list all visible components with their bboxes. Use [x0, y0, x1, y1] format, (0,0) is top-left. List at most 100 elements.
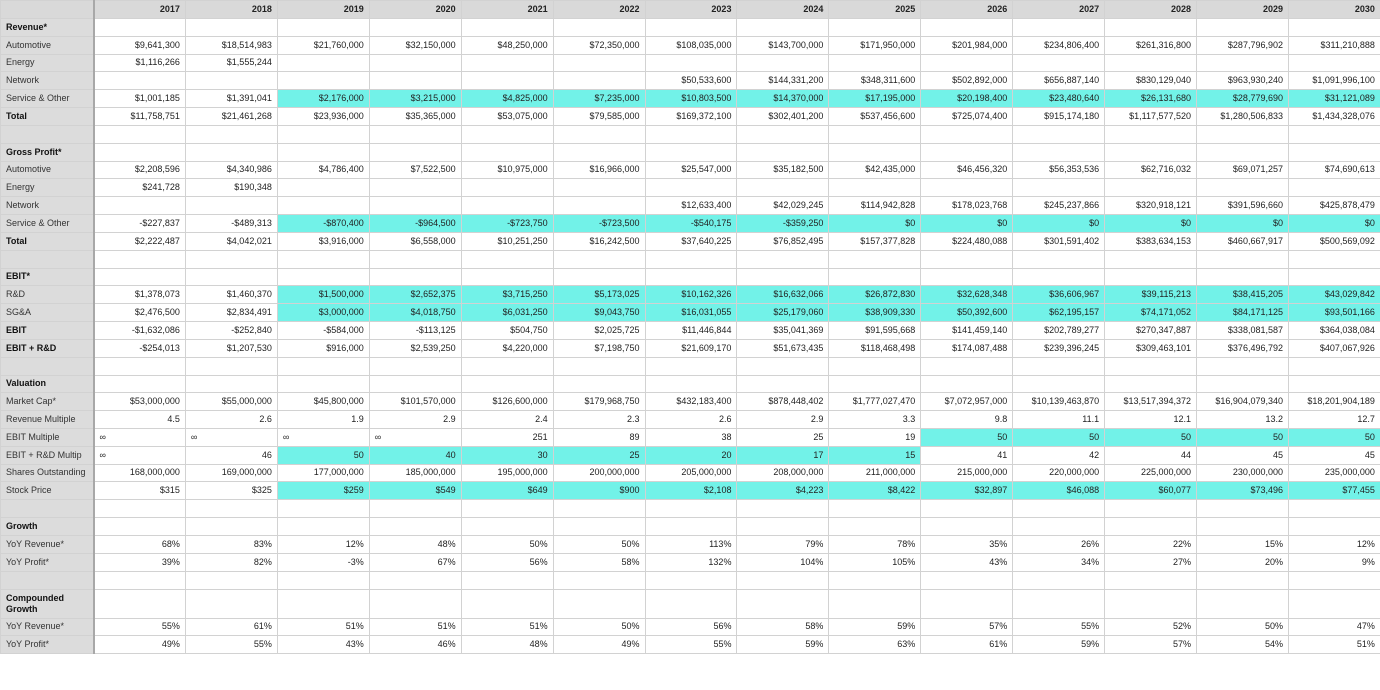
cell[interactable]: $1,555,244 — [184, 53, 278, 73]
row-label[interactable]: SG&A — [0, 303, 95, 322]
cell[interactable]: $178,023,768 — [920, 196, 1014, 215]
cell[interactable] — [552, 588, 646, 619]
cell[interactable]: 25 — [736, 427, 830, 447]
cell[interactable] — [1196, 142, 1289, 162]
column-header-2022[interactable]: 2022 — [552, 0, 646, 19]
cell[interactable]: 44 — [1104, 445, 1198, 465]
cell[interactable] — [828, 18, 922, 37]
cell[interactable] — [1012, 53, 1106, 73]
cell[interactable] — [93, 196, 186, 215]
cell[interactable]: $7,198,750 — [552, 338, 646, 358]
cell[interactable]: $21,760,000 — [276, 35, 370, 55]
cell[interactable]: 12.1 — [1104, 410, 1198, 429]
cell[interactable]: $537,456,600 — [828, 106, 922, 126]
cell[interactable] — [644, 499, 738, 519]
cell[interactable] — [1287, 499, 1380, 519]
row-label[interactable]: YoY Revenue* — [0, 617, 95, 637]
cell[interactable]: $28,779,690 — [1196, 89, 1289, 108]
cell[interactable] — [184, 588, 278, 619]
cell[interactable]: $157,377,828 — [828, 231, 922, 251]
cell[interactable]: $4,786,400 — [276, 160, 370, 180]
cell[interactable] — [184, 517, 278, 536]
cell[interactable]: $830,129,040 — [1104, 71, 1198, 91]
cell[interactable]: $51,673,435 — [736, 338, 830, 358]
cell[interactable]: $43,029,842 — [1287, 285, 1380, 305]
cell[interactable]: $9,043,750 — [552, 303, 646, 322]
row-label[interactable]: R&D — [0, 285, 95, 305]
cell[interactable]: $3,715,250 — [460, 285, 554, 305]
cell[interactable] — [1012, 267, 1106, 287]
cell[interactable]: $7,522,500 — [368, 160, 462, 180]
cell[interactable] — [276, 570, 370, 590]
cell[interactable]: ∞ — [93, 427, 186, 447]
cell[interactable] — [93, 124, 186, 144]
cell[interactable] — [736, 18, 830, 37]
cell[interactable] — [93, 570, 186, 590]
cell[interactable] — [276, 196, 370, 215]
cell[interactable] — [276, 517, 370, 536]
cell[interactable]: 50 — [1104, 427, 1198, 447]
cell[interactable]: 46 — [184, 445, 278, 465]
column-header-2030[interactable]: 2030 — [1287, 0, 1380, 19]
cell[interactable]: $202,789,277 — [1012, 320, 1106, 340]
cell[interactable]: $118,468,498 — [828, 338, 922, 358]
cell[interactable]: 3.3 — [828, 410, 922, 429]
cell[interactable]: 13.2 — [1196, 410, 1289, 429]
cell[interactable]: $14,370,000 — [736, 89, 830, 108]
cell[interactable]: -$584,000 — [276, 320, 370, 340]
cell[interactable]: $6,558,000 — [368, 231, 462, 251]
cell[interactable]: -$723,750 — [460, 213, 554, 233]
cell[interactable]: 51% — [276, 617, 370, 637]
cell[interactable]: $143,700,000 — [736, 35, 830, 55]
cell[interactable]: $53,075,000 — [460, 106, 554, 126]
cell[interactable]: $23,936,000 — [276, 106, 370, 126]
cell[interactable]: 40 — [368, 445, 462, 465]
row-label[interactable]: YoY Profit* — [0, 552, 95, 572]
cell[interactable]: $4,220,000 — [460, 338, 554, 358]
cell[interactable]: $302,401,200 — [736, 106, 830, 126]
cell[interactable] — [736, 517, 830, 536]
cell[interactable]: -3% — [276, 552, 370, 572]
cell[interactable] — [644, 374, 738, 394]
cell[interactable]: 168,000,000 — [93, 463, 186, 483]
cell[interactable]: $16,632,066 — [736, 285, 830, 305]
cell[interactable] — [276, 71, 370, 91]
cell[interactable]: $16,904,079,340 — [1196, 392, 1289, 412]
cell[interactable] — [1196, 588, 1289, 619]
cell[interactable] — [828, 142, 922, 162]
cell[interactable] — [644, 53, 738, 73]
cell[interactable] — [1196, 499, 1289, 519]
row-label[interactable]: Automotive — [0, 35, 95, 55]
cell[interactable] — [920, 356, 1014, 376]
cell[interactable]: $73,496 — [1196, 481, 1289, 501]
cell[interactable]: $878,448,402 — [736, 392, 830, 412]
cell[interactable]: $2,108 — [644, 481, 738, 501]
cell[interactable]: 2.6 — [644, 410, 738, 429]
cell[interactable]: $1,001,185 — [93, 89, 186, 108]
cell[interactable]: $1,117,577,520 — [1104, 106, 1198, 126]
cell[interactable] — [1196, 517, 1289, 536]
cell[interactable]: 50 — [1012, 427, 1106, 447]
cell[interactable]: -$870,400 — [276, 213, 370, 233]
cell[interactable]: $407,067,926 — [1287, 338, 1380, 358]
cell[interactable] — [1012, 517, 1106, 536]
cell[interactable]: 38 — [644, 427, 738, 447]
cell[interactable] — [1012, 178, 1106, 198]
cell[interactable] — [1104, 499, 1198, 519]
cell[interactable]: $1,091,996,100 — [1287, 71, 1380, 91]
cell[interactable] — [1196, 356, 1289, 376]
cell[interactable]: $84,171,125 — [1196, 303, 1289, 322]
cell[interactable]: $425,878,479 — [1287, 196, 1380, 215]
cell[interactable]: 220,000,000 — [1012, 463, 1106, 483]
cell[interactable]: 15 — [828, 445, 922, 465]
cell[interactable]: $504,750 — [460, 320, 554, 340]
row-label[interactable]: Network — [0, 196, 95, 215]
cell[interactable] — [552, 499, 646, 519]
cell[interactable]: $2,222,487 — [93, 231, 186, 251]
cell[interactable] — [184, 71, 278, 91]
cell[interactable] — [1104, 374, 1198, 394]
cell[interactable] — [276, 356, 370, 376]
cell[interactable]: $25,179,060 — [736, 303, 830, 322]
cell[interactable] — [644, 124, 738, 144]
cell[interactable]: $10,803,500 — [644, 89, 738, 108]
